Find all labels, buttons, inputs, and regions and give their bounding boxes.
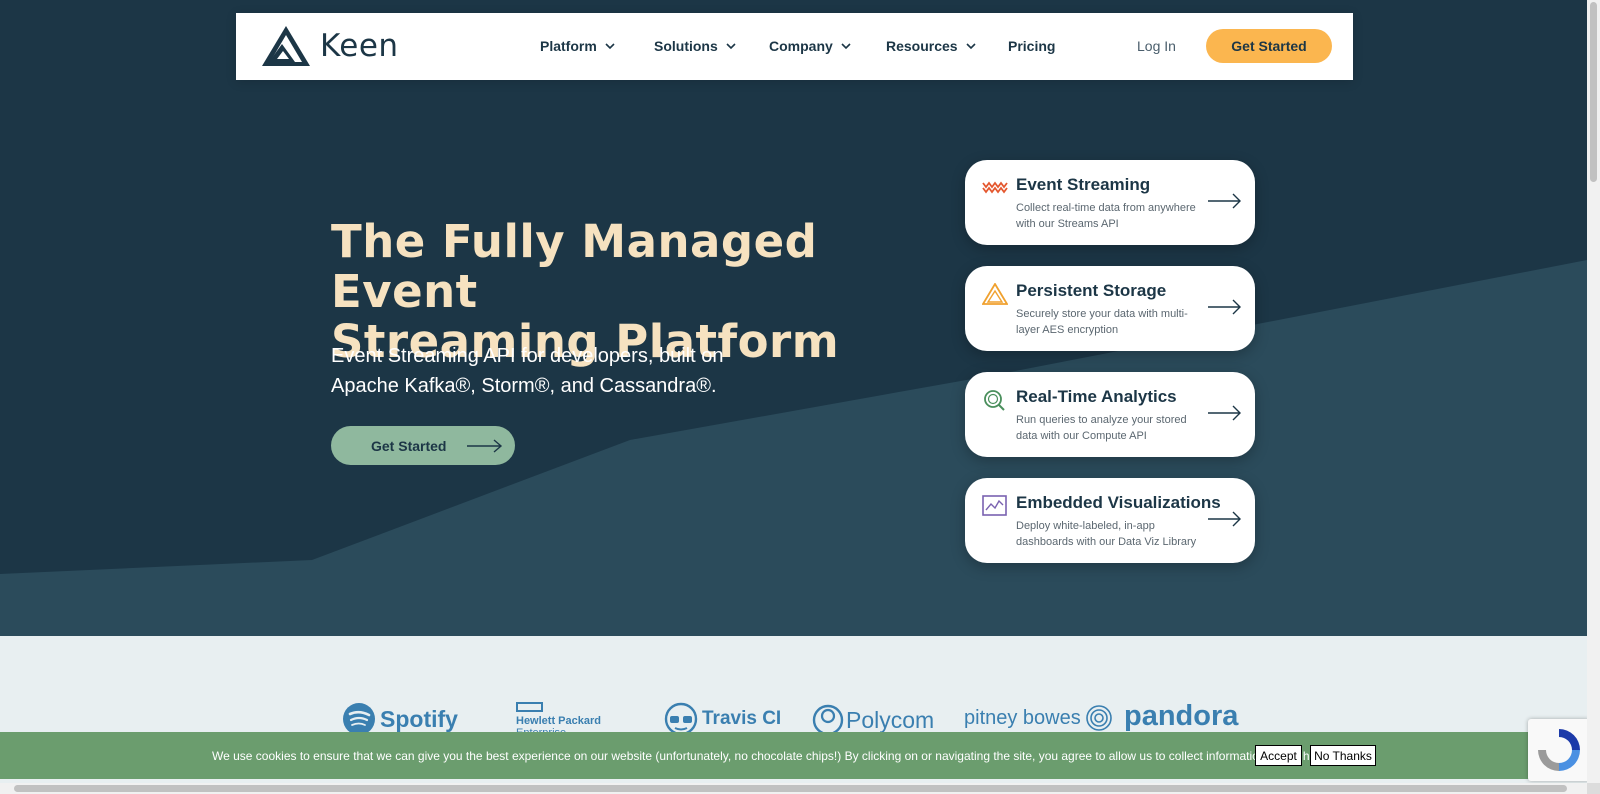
- pitney-bowes-logo: pitney bowes: [964, 704, 1113, 732]
- magnifier-icon: [984, 390, 1005, 411]
- hero-subtitle-line1: Event Streaming API for developers, buil…: [331, 345, 724, 367]
- chevron-down-icon: [726, 42, 736, 49]
- nav-resources-label: Resources: [886, 38, 958, 54]
- nav-company[interactable]: Company: [769, 38, 851, 54]
- chart-icon: [982, 495, 1007, 516]
- vertical-scrollbar[interactable]: [1587, 0, 1600, 783]
- arrow-right-icon: [1208, 299, 1241, 315]
- arrow-right-icon: [1208, 193, 1241, 209]
- spotify-icon: [343, 703, 375, 735]
- feature-title: Event Streaming: [1016, 175, 1151, 194]
- hero-title-line1: The Fully Managed Event: [331, 215, 818, 318]
- hero-get-started-label: Get Started: [371, 437, 447, 454]
- feature-card-event-streaming[interactable]: Event Streaming Collect real-time data f…: [965, 160, 1255, 245]
- nav-solutions[interactable]: Solutions: [654, 38, 736, 54]
- nav-pricing-label: Pricing: [1008, 38, 1056, 54]
- nav-resources[interactable]: Resources: [886, 38, 976, 54]
- brand-name: Keen: [320, 28, 399, 64]
- feature-desc-line2: with our Streams API: [1016, 218, 1119, 230]
- feature-card-real-time-analytics[interactable]: Real-Time Analytics Run queries to analy…: [965, 372, 1255, 457]
- chevron-down-icon: [966, 42, 976, 49]
- feature-title: Real-Time Analytics: [1016, 387, 1177, 406]
- feature-description: Collect real-time data from anywhere wit…: [1016, 200, 1202, 232]
- spotify-wordmark: Spotify: [380, 705, 458, 732]
- hero-section: Keen Platform Solutions Company Resource…: [0, 0, 1587, 636]
- cookie-message: We use cookies to ensure that we can giv…: [212, 749, 1357, 763]
- arrow-right-icon: [1208, 511, 1241, 527]
- recaptcha-badge[interactable]: [1528, 719, 1587, 781]
- feature-desc-line1: Collect real-time data from anywhere: [1016, 202, 1196, 214]
- login-link[interactable]: Log In: [1137, 38, 1176, 54]
- nav-company-label: Company: [769, 38, 833, 54]
- recaptcha-icon: [1538, 729, 1580, 771]
- feature-description: Run queries to analyze your stored data …: [1016, 412, 1202, 444]
- pandora-logo: pandora: [1124, 700, 1238, 733]
- travis-wordmark: Travis CI: [702, 708, 782, 729]
- arrow-right-icon: [467, 439, 503, 453]
- feature-description: Deploy white-labeled, in-app dashboards …: [1016, 518, 1202, 550]
- nav-platform[interactable]: Platform: [540, 38, 615, 54]
- feature-desc-line1: Deploy white-labeled, in-app: [1016, 520, 1155, 532]
- hpe-rectangle-icon: [516, 702, 543, 712]
- keen-logo-icon: [262, 26, 310, 66]
- horizontal-scrollbar[interactable]: [0, 783, 1587, 794]
- feature-title: Embedded Visualizations: [1016, 493, 1221, 512]
- feature-description: Securely store your data with multi- lay…: [1016, 306, 1202, 338]
- nav-solutions-label: Solutions: [654, 38, 718, 54]
- vertical-scrollbar-thumb[interactable]: [1590, 2, 1597, 182]
- hero-subtitle: Event Streaming API for developers, buil…: [331, 341, 751, 401]
- nav-get-started-button[interactable]: Get Started: [1206, 29, 1332, 63]
- chevron-down-icon: [605, 42, 615, 49]
- feature-desc-line2: data with our Compute API: [1016, 430, 1147, 442]
- feature-desc-line1: Run queries to analyze your stored: [1016, 414, 1187, 426]
- travis-ci-logo: Travis CI: [664, 702, 781, 736]
- brand-logo[interactable]: Keen: [262, 26, 399, 66]
- top-navbar: Keen Platform Solutions Company Resource…: [236, 13, 1353, 80]
- scrollbar-corner: [1587, 783, 1600, 794]
- polycom-wordmark: Polycom: [846, 706, 935, 733]
- hero-subtitle-line2: Apache Kafka®, Storm®, and Cassandra®.: [331, 375, 717, 397]
- waves-icon: [982, 181, 1008, 194]
- feature-card-persistent-storage[interactable]: Persistent Storage Securely store your d…: [965, 266, 1255, 351]
- chevron-down-icon: [841, 42, 851, 49]
- pitney-bowes-wordmark: pitney bowes: [964, 706, 1081, 729]
- feature-title: Persistent Storage: [1016, 281, 1167, 300]
- hpe-wordmark-line1: Hewlett Packard: [516, 715, 601, 727]
- nav-platform-label: Platform: [540, 38, 597, 54]
- page-viewport: Keen Platform Solutions Company Resource…: [0, 0, 1587, 783]
- horizontal-scrollbar-thumb[interactable]: [14, 785, 1567, 792]
- cookie-consent-bar: We use cookies to ensure that we can giv…: [0, 732, 1587, 779]
- arrow-right-icon: [1208, 405, 1241, 421]
- pitney-bowes-icon: [1085, 705, 1112, 731]
- pandora-wordmark: pandora: [1124, 700, 1239, 732]
- cookie-accept-button[interactable]: Accept: [1255, 745, 1302, 766]
- cookie-decline-button[interactable]: No Thanks: [1310, 745, 1376, 766]
- feature-desc-line1: Securely store your data with multi-: [1016, 308, 1188, 320]
- feature-desc-line2: dashboards with our Data Viz Library: [1016, 536, 1197, 548]
- spotify-logo: Spotify: [342, 702, 458, 736]
- storage-triangle-icon: [982, 283, 1008, 305]
- hero-get-started-button[interactable]: Get Started: [331, 426, 515, 465]
- travis-mascot-icon: [664, 702, 698, 736]
- feature-desc-line2: layer AES encryption: [1016, 324, 1119, 336]
- feature-card-embedded-visualizations[interactable]: Embedded Visualizations Deploy white-lab…: [965, 478, 1255, 563]
- nav-pricing[interactable]: Pricing: [1008, 38, 1055, 54]
